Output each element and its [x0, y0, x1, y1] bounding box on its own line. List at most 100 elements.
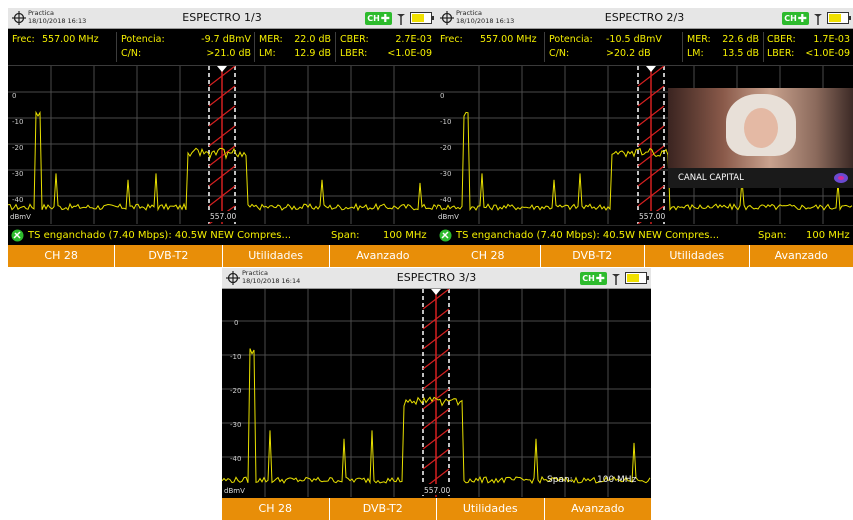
measurement-bar: Frec: 557.00 MHz Potencia: C/N: -9.7 dBmV… — [8, 29, 436, 66]
title-bar: Practica 18/10/2018 16:13 ESPECTRO 1/3 CH… — [8, 8, 436, 29]
spectrum-plot[interactable]: 0 -10 -20 -30 -40 dBmV 557.00 — [8, 66, 436, 224]
ts-status-bar: TS enganchado (7.40 Mbps): 40.5W NEW Com… — [8, 225, 436, 246]
unit-label: dBmV — [224, 487, 245, 495]
softkey-utilities[interactable]: Utilidades — [222, 245, 330, 267]
lm-value: 12.9 dB — [294, 48, 331, 59]
y-tick: -30 — [440, 170, 451, 178]
y-tick: -20 — [440, 144, 451, 152]
power-label: Potencia: — [549, 34, 593, 45]
marker-triangle-icon — [646, 66, 656, 72]
softkey-utilities[interactable]: Utilidades — [645, 245, 750, 267]
softkey-advanced[interactable]: Avanzado — [544, 498, 651, 520]
title-bar: Practica 18/10/2018 16:13 ESPECTRO 2/3 CH… — [436, 8, 853, 29]
power-value: -9.7 dBmV — [201, 34, 251, 45]
freq-value: 557.00 MHz — [480, 34, 537, 45]
y-tick: -10 — [230, 353, 241, 361]
marker-triangle-icon — [431, 289, 441, 295]
softkey-standard[interactable]: DVB-T2 — [329, 498, 437, 520]
cross-icon: ✚ — [380, 11, 390, 25]
span-value: 100 MHz — [597, 475, 637, 485]
title-bar: Practica 18/10/2018 16:14 ESPECTRO 3/3 CH… — [222, 268, 651, 289]
spectrum-graph[interactable]: 0 -10 -20 -30 -40 dBmV 557.00 Span: 100 … — [222, 289, 651, 497]
softkey-channel[interactable]: CH 28 — [8, 245, 116, 267]
video-preview[interactable]: CANAL CAPITAL — [668, 88, 853, 188]
softkey-bar: CH 28 DVB-T2 Utilidades Avanzado — [222, 498, 651, 520]
cross-icon: ✚ — [595, 271, 605, 285]
lber-value: <1.0E-09 — [387, 48, 432, 59]
unit-label: dBmV — [10, 213, 31, 221]
cber-value: 2.7E-03 — [395, 34, 432, 45]
spectrum-plot[interactable]: 0 -10 -20 -30 -40 dBmV 557.00 Span: 100 … — [222, 289, 651, 497]
softkey-utilities[interactable]: Utilidades — [437, 498, 545, 520]
ts-status-bar: TS enganchado (7.40 Mbps): 40.5W NEW Com… — [436, 225, 853, 246]
y-tick: -30 — [12, 170, 23, 178]
span-value: 100 MHz — [806, 230, 850, 241]
cn-value: >21.0 dB — [206, 48, 251, 59]
span-label: Span: — [331, 230, 360, 241]
spectrum-panel-3: Practica 18/10/2018 16:14 ESPECTRO 3/3 CH… — [222, 268, 651, 520]
span-value: 100 MHz — [383, 230, 427, 241]
marker-triangle-icon — [217, 66, 227, 72]
softkey-standard[interactable]: DVB-T2 — [115, 245, 223, 267]
y-tick: -40 — [12, 196, 23, 204]
power-label: Potencia: — [121, 34, 165, 45]
freq-label: Frec: — [12, 34, 35, 45]
y-tick: -30 — [230, 421, 241, 429]
cn-label: C/N: — [549, 48, 570, 59]
measurement-bar: Frec: 557.00 MHz Potencia: C/N: -10.5 dBm… — [436, 29, 853, 66]
satellite-icon — [11, 229, 24, 242]
softkey-bar: CH 28 DVB-T2 Utilidades Avanzado — [436, 245, 853, 267]
antenna-icon — [814, 13, 822, 25]
center-freq-label: 557.00 — [639, 212, 665, 221]
cross-icon: ✚ — [797, 11, 807, 25]
softkey-channel[interactable]: CH 28 — [436, 245, 541, 267]
unit-label: dBmV — [438, 213, 459, 221]
mer-value: 22.0 dB — [294, 34, 331, 45]
spectrum-panel-1: Practica 18/10/2018 16:13 ESPECTRO 1/3 CH… — [8, 8, 436, 267]
span-label: Span: — [547, 475, 573, 485]
y-tick: 0 — [234, 319, 238, 327]
antenna-icon — [397, 13, 405, 25]
cn-label: C/N: — [121, 48, 142, 59]
battery-icon — [625, 272, 649, 284]
video-channel-name: CANAL CAPITAL — [668, 168, 853, 188]
mer-value: 22.6 dB — [722, 34, 759, 45]
antenna-icon — [612, 273, 620, 285]
channel-lock-badge: CH ✚ — [365, 11, 392, 25]
y-tick: 0 — [440, 92, 444, 100]
spectrum-graph[interactable]: 0 -10 -20 -30 -40 dBmV 557.00 — [8, 66, 436, 224]
freq-label: Frec: — [440, 34, 463, 45]
span-label: Span: — [758, 230, 787, 241]
y-tick: -40 — [440, 196, 451, 204]
freq-value: 557.00 MHz — [42, 34, 99, 45]
power-value: -10.5 dBmV — [606, 34, 662, 45]
channel-lock-badge: CH ✚ — [580, 271, 607, 285]
channel-logo-icon — [834, 173, 848, 183]
y-tick: -20 — [230, 387, 241, 395]
ts-status-text: TS enganchado (7.40 Mbps): 40.5W NEW Com… — [456, 230, 720, 241]
battery-icon — [827, 12, 851, 24]
lber-label: LBER: — [340, 48, 368, 59]
ts-status-text: TS enganchado (7.40 Mbps): 40.5W NEW Com… — [28, 230, 292, 241]
cber-value: 1.7E-03 — [813, 34, 850, 45]
softkey-bar: CH 28 DVB-T2 Utilidades Avanzado — [8, 245, 436, 267]
center-freq-label: 557.00 — [210, 212, 236, 221]
softkey-standard[interactable]: DVB-T2 — [540, 245, 645, 267]
lber-value: <1.0E-09 — [805, 48, 850, 59]
softkey-advanced[interactable]: Avanzado — [329, 245, 436, 267]
satellite-icon — [439, 229, 452, 242]
y-tick: -10 — [12, 118, 23, 126]
softkey-channel[interactable]: CH 28 — [222, 498, 330, 520]
channel-lock-badge: CH ✚ — [782, 11, 809, 25]
cn-value: >20.2 dB — [606, 48, 651, 59]
softkey-advanced[interactable]: Avanzado — [749, 245, 853, 267]
y-tick: 0 — [12, 92, 16, 100]
center-freq-label: 557.00 — [424, 486, 450, 495]
cber-label: CBER: — [340, 34, 369, 45]
cber-label: CBER: — [767, 34, 796, 45]
spectrum-panel-2: Practica 18/10/2018 16:13 ESPECTRO 2/3 CH… — [436, 8, 853, 267]
y-tick: -20 — [12, 144, 23, 152]
y-tick: -40 — [230, 455, 241, 463]
battery-icon — [410, 12, 434, 24]
y-tick: -10 — [440, 118, 451, 126]
